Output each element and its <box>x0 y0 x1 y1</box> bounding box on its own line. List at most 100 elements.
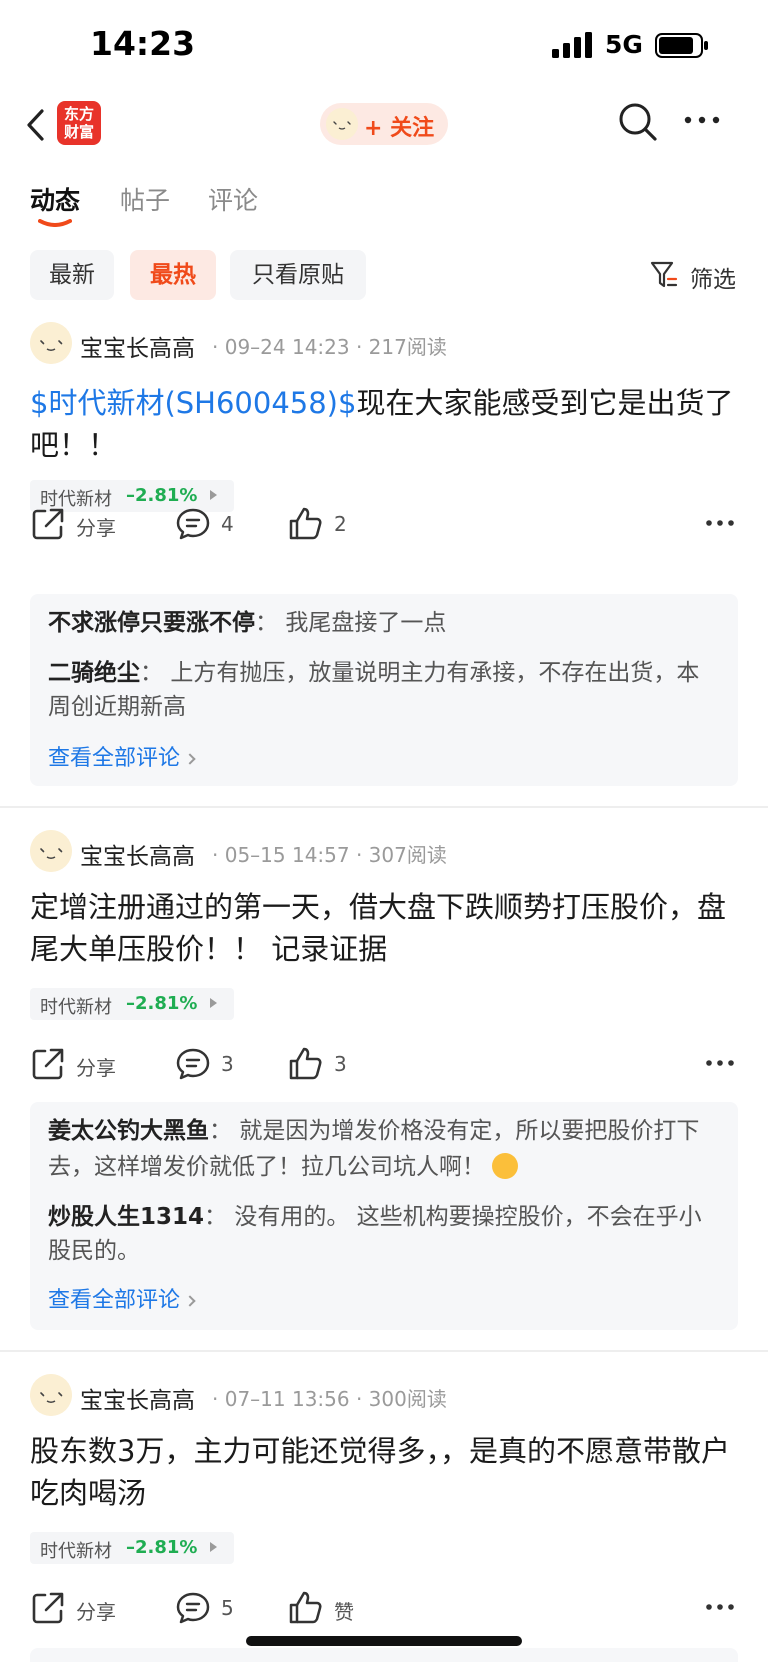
share-button[interactable]: 分享 <box>30 1588 130 1628</box>
post-body[interactable]: 股东数3万，主力可能还觉得多，，是真的不愿意带散户吃肉喝汤 <box>30 1430 740 1514</box>
avatar <box>326 108 358 140</box>
tab-posts[interactable]: 帖子 <box>120 181 170 217</box>
comment-icon <box>176 1048 210 1080</box>
post-header: 宝宝长高高 · 09–24 14:23 · 217阅读 <box>30 322 750 366</box>
more-icon[interactable] <box>706 1058 734 1068</box>
comment-preview[interactable]: 姜太公钓大黑鱼： 就是因为增发价格没有定，所以要把股价打下去，这样增发价就低了！… <box>30 1102 738 1330</box>
more-icon[interactable] <box>706 518 734 528</box>
home-indicator[interactable] <box>246 1636 522 1646</box>
comment-count: 5 <box>221 1596 234 1620</box>
share-icon <box>32 1048 64 1080</box>
follow-label: + 关注 <box>364 116 435 141</box>
comment-count: 4 <box>221 512 234 536</box>
comment-preview[interactable]: 不求涨停只要涨不停： 我尾盘接了一点 二骑绝尘： 上方有抛压，放量说明主力有承接… <box>30 594 738 786</box>
share-label: 分享 <box>76 1600 116 1624</box>
comment-user[interactable]: 不求涨停只要涨不停 <box>48 610 255 636</box>
share-button[interactable]: 分享 <box>30 504 130 544</box>
stock-cashtag-link[interactable]: $时代新材(SH600458)$ <box>30 386 356 420</box>
filter-hottest[interactable]: 最热 <box>130 250 216 300</box>
post-card[interactable]: 宝宝长高高 · 07–11 13:56 · 300阅读 <box>0 1374 768 1416</box>
emoji-icon <box>492 1153 519 1179</box>
comment-icon <box>176 1592 210 1624</box>
filter-button[interactable]: 筛选 <box>650 258 750 294</box>
comment-item[interactable]: 二骑绝尘： 上方有抛压，放量说明主力有承接，不存在出货，本周创近期新高 <box>48 656 718 724</box>
like-button[interactable]: 2 <box>288 504 368 544</box>
post-actions: 分享 5 赞 <box>30 1588 750 1628</box>
like-count: 2 <box>334 512 347 536</box>
post-actions: 分享 3 3 <box>30 1044 750 1084</box>
more-icon[interactable] <box>706 1602 734 1612</box>
like-button[interactable]: 3 <box>288 1044 368 1084</box>
comment-button[interactable]: 3 <box>175 1044 255 1084</box>
post-header: 宝宝长高高 · 05–15 14:57 · 307阅读 <box>30 830 750 874</box>
post-header: 宝宝长高高 · 07–11 13:56 · 300阅读 <box>30 1374 750 1418</box>
comment-item[interactable]: 不求涨停只要涨不停： 我尾盘接了一点 <box>48 606 718 640</box>
share-icon <box>32 508 64 540</box>
comment-button[interactable]: 5 <box>175 1588 255 1628</box>
comment-user[interactable]: 炒股人生1314 <box>48 1204 204 1230</box>
thumbs-up-icon <box>289 1591 322 1624</box>
filter-bar: 最新 最热 只看原贴 筛选 <box>0 250 768 300</box>
post-body[interactable]: $时代新材(SH600458)$现在大家能感受到它是出货了吧！！ <box>30 382 740 466</box>
comment-user[interactable]: 姜太公钓大黑鱼 <box>48 1118 209 1144</box>
nav-bar: 东方 财富 + 关注 <box>0 95 768 155</box>
like-button[interactable]: 赞 <box>288 1588 368 1628</box>
comment-user[interactable]: 二骑绝尘 <box>48 660 140 686</box>
thumbs-up-icon <box>289 1047 322 1080</box>
comment-item[interactable]: 炒股人生1314： 没有用的。 这些机构要操控股价，不会在乎小股民的。 <box>48 1200 718 1268</box>
author-name[interactable]: 宝宝长高高 <box>80 837 195 871</box>
follow-button[interactable]: + 关注 <box>320 103 448 145</box>
share-label: 分享 <box>76 1056 116 1080</box>
tab-bar: 动态 帖子 评论 <box>0 175 768 235</box>
author-name[interactable]: 宝宝长高高 <box>80 329 195 363</box>
post-meta: · 07–11 13:56 · 300阅读 <box>212 1387 447 1411</box>
back-icon[interactable] <box>24 105 48 145</box>
more-icon[interactable] <box>684 115 720 125</box>
stock-name: 时代新材 <box>40 1541 112 1562</box>
status-bar: 14:23 5G <box>0 0 768 90</box>
tab-comments[interactable]: 评论 <box>208 181 258 217</box>
avatar[interactable] <box>30 830 72 872</box>
like-label: 赞 <box>334 1600 354 1624</box>
post-actions: 分享 4 2 <box>30 504 750 544</box>
stock-change: –2.81% <box>126 1537 198 1558</box>
status-time: 14:23 <box>90 24 196 63</box>
chevron-right-icon <box>184 1295 196 1307</box>
share-button[interactable]: 分享 <box>30 1044 130 1084</box>
stock-name: 时代新材 <box>40 997 112 1018</box>
author-name[interactable]: 宝宝长高高 <box>80 1381 195 1415</box>
chevron-right-icon <box>210 490 217 500</box>
tab-dynamic[interactable]: 动态 <box>30 181 80 217</box>
comment-count: 3 <box>221 1052 234 1076</box>
comment-text: 我尾盘接了一点 <box>285 610 447 636</box>
comment-item[interactable]: 姜太公钓大黑鱼： 就是因为增发价格没有定，所以要把股价打下去，这样增发价就低了！… <box>48 1114 718 1184</box>
view-all-comments-link[interactable]: 查看全部评论 <box>48 740 196 772</box>
divider <box>0 806 768 808</box>
avatar[interactable] <box>30 1374 72 1416</box>
filter-label: 筛选 <box>690 267 736 293</box>
filter-original-only[interactable]: 只看原贴 <box>230 250 366 300</box>
stock-tag[interactable]: 时代新材 –2.81% <box>30 988 234 1020</box>
view-all-comments-link[interactable]: 查看全部评论 <box>48 1282 196 1314</box>
chevron-right-icon <box>184 753 196 765</box>
network-type: 5G <box>605 30 643 59</box>
divider <box>0 1350 768 1352</box>
avatar[interactable] <box>30 322 72 364</box>
chevron-right-icon <box>210 1542 217 1552</box>
share-label: 分享 <box>76 516 116 540</box>
stock-change: –2.81% <box>126 993 198 1014</box>
comment-button[interactable]: 4 <box>175 504 255 544</box>
comment-icon <box>176 508 210 540</box>
post-meta: · 09–24 14:23 · 217阅读 <box>212 335 447 359</box>
share-icon <box>32 1592 64 1624</box>
comment-preview <box>30 1648 738 1662</box>
post-body[interactable]: 定增注册通过的第一天，借大盘下跌顺势打压股价，盘尾大单压股价！！ 记录证据 <box>30 886 740 970</box>
stock-tag[interactable]: 时代新材 –2.81% <box>30 1532 234 1564</box>
signal-icon <box>552 32 592 58</box>
search-icon[interactable] <box>617 101 659 143</box>
like-count: 3 <box>334 1052 347 1076</box>
filter-icon <box>650 261 678 288</box>
post-card[interactable]: 宝宝长高高 · 05–15 14:57 · 307阅读 <box>0 830 768 872</box>
active-tab-indicator <box>38 219 72 227</box>
filter-latest[interactable]: 最新 <box>30 250 114 300</box>
